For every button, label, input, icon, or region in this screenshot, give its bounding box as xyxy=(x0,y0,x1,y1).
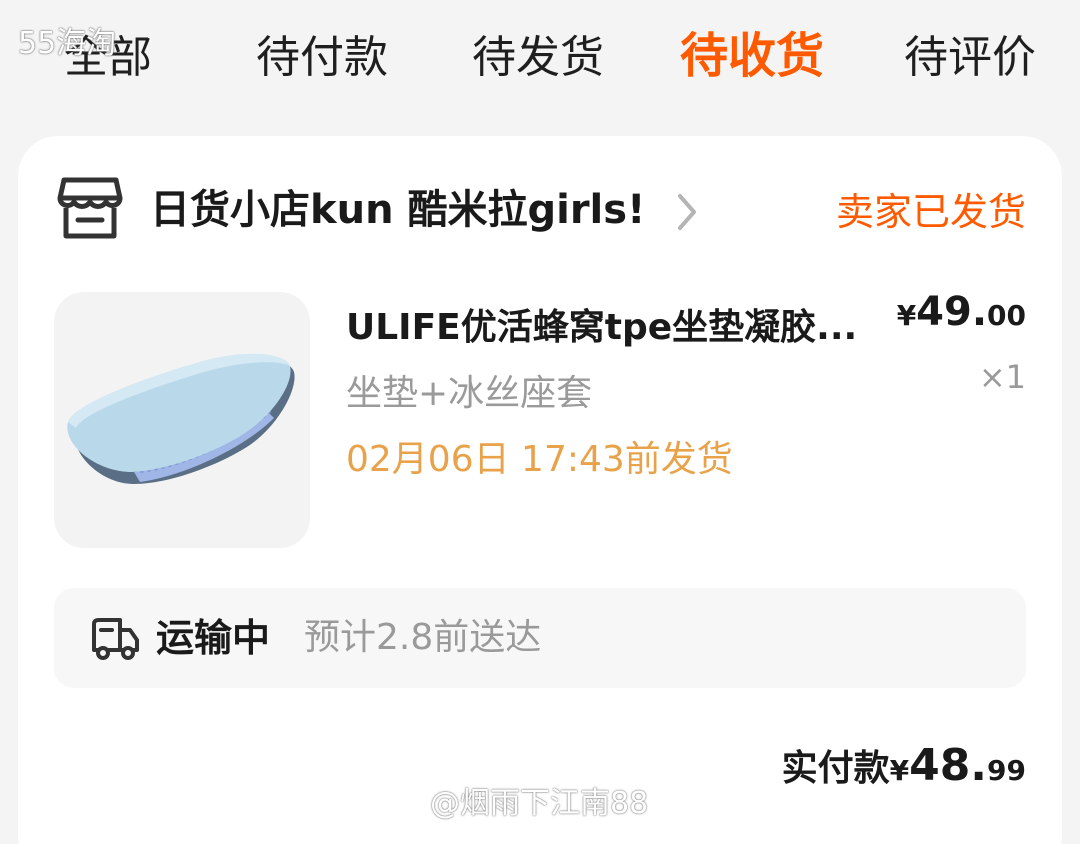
tab-pending-receipt[interactable]: 待收货 xyxy=(680,24,824,88)
price-currency: ¥ xyxy=(896,299,917,332)
store-icon xyxy=(57,177,123,239)
order-card[interactable]: 日货小店kun 酷米拉girls! 卖家已发货 ULIFE优活蜂窝tpe坐垫凝胶… xyxy=(18,136,1062,844)
product-variant: 坐垫+冰丝座套 xyxy=(346,373,593,414)
logistics-bar[interactable]: 运输中 预计2.8前送达 xyxy=(54,588,1026,688)
item-price: ¥49.00 xyxy=(897,286,1026,346)
shop-header[interactable]: 日货小店kun 酷米拉girls! 卖家已发货 xyxy=(18,136,1062,286)
product-thumbnail[interactable] xyxy=(54,292,310,548)
order-status-tabs: 全部 待付款 待发货 待收货 待评价 xyxy=(0,0,1080,118)
tab-pending-payment[interactable]: 待付款 xyxy=(256,26,388,90)
seat-cushion-image xyxy=(67,353,295,484)
order-status-badge: 卖家已发货 xyxy=(835,190,1026,234)
amount-paid-decimal: 99 xyxy=(987,754,1026,787)
shop-name[interactable]: 日货小店kun 酷米拉girls! xyxy=(150,182,645,238)
watermark-top: 55海淘 xyxy=(18,26,117,61)
amount-paid-integer: 48. xyxy=(909,740,988,791)
watermark-bottom: @烟雨下江南88 xyxy=(430,786,649,821)
logistics-status: 运输中 xyxy=(156,616,271,660)
tab-pending-shipment[interactable]: 待发货 xyxy=(472,26,604,90)
truck-icon xyxy=(92,618,139,660)
amount-paid: 实付款¥48.99 xyxy=(782,736,1026,805)
item-quantity: ×1 xyxy=(978,358,1026,396)
amount-paid-label: 实付款 xyxy=(781,748,890,789)
chevron-right-icon xyxy=(678,194,696,230)
ship-deadline: 02月06日 17:43前发货 xyxy=(346,439,733,480)
product-title[interactable]: ULIFE优活蜂窝tpe坐垫凝胶... xyxy=(346,302,886,354)
tab-pending-review[interactable]: 待评价 xyxy=(904,26,1036,90)
amount-paid-currency: ¥ xyxy=(889,754,910,787)
price-integer: 49. xyxy=(916,289,988,335)
order-list-page: 全部 待付款 待发货 待收货 待评价 55海淘 日货小店kun 酷米拉girls… xyxy=(0,0,1080,844)
logistics-eta: 预计2.8前送达 xyxy=(304,617,542,658)
price-decimal: 00 xyxy=(987,299,1026,332)
